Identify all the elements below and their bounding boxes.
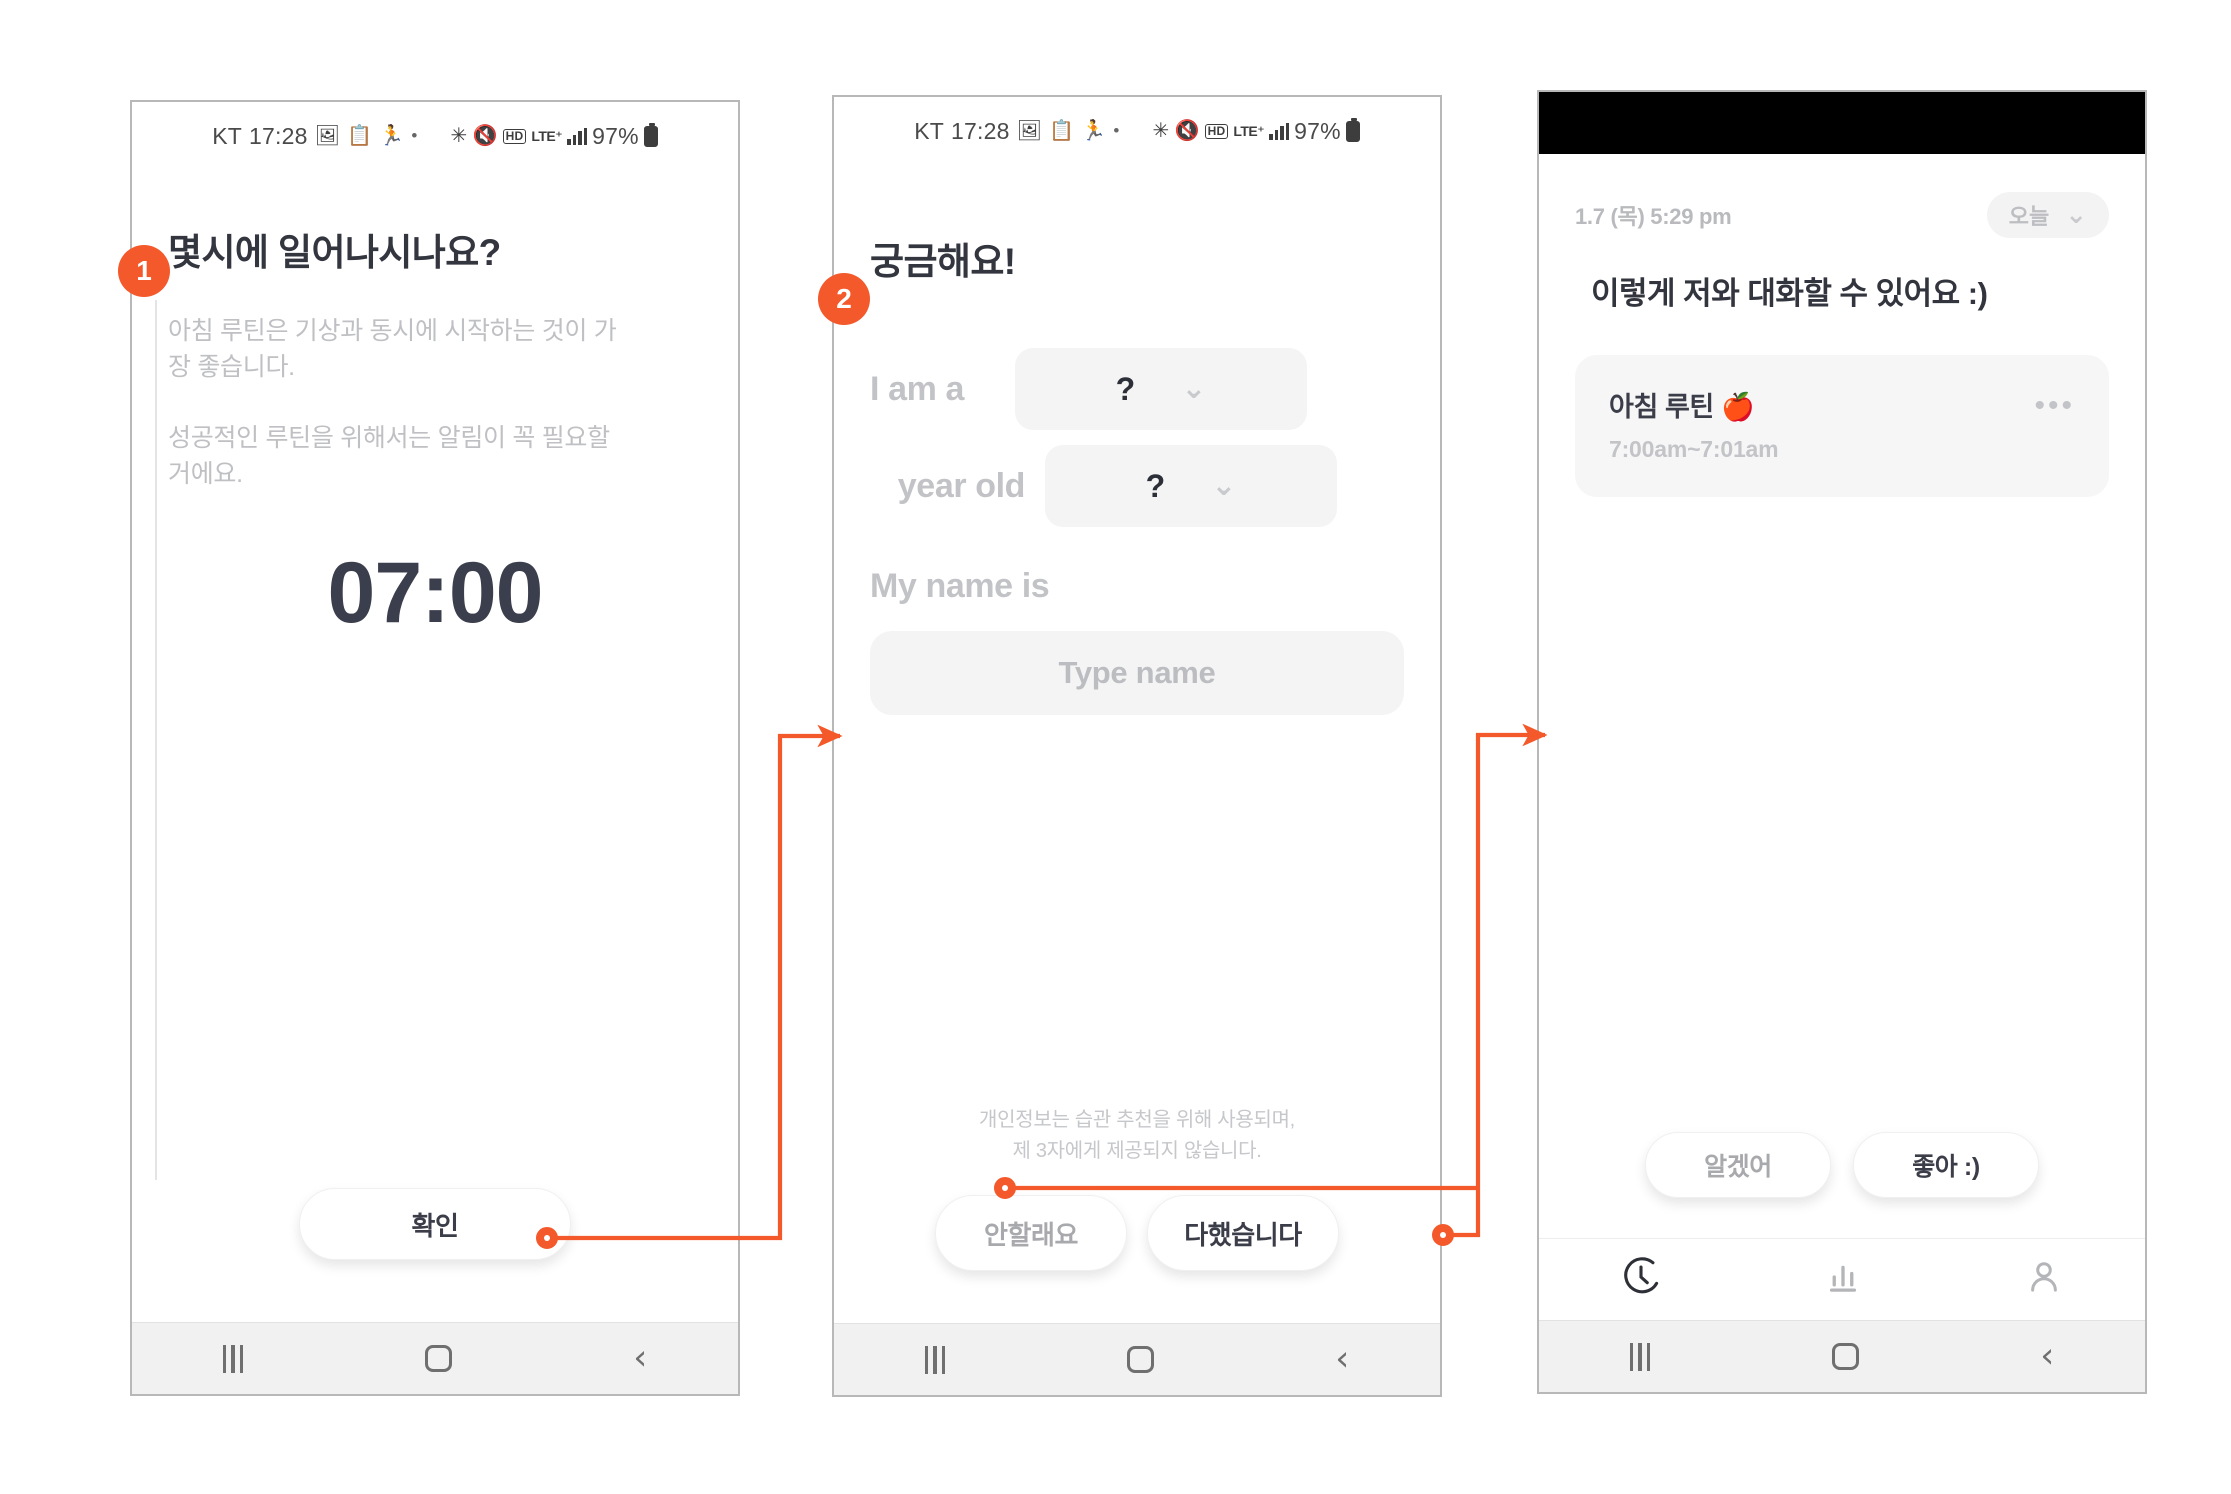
lte-plus-icon: LTE⁺	[1233, 122, 1265, 139]
chevron-down-icon: ⌄	[1211, 468, 1237, 503]
signal-icon	[567, 127, 588, 145]
page-title-1: 몇시에 일어나시나요?	[168, 232, 501, 273]
privacy-note-line-1: 개인정보는 습관 추천을 위해 사용되며,	[979, 1109, 1295, 1131]
age-select[interactable]: ? ⌄	[1045, 445, 1337, 527]
dot-icon: •	[411, 126, 418, 145]
screen-3-header: 1.7 (목) 5:29 pm 오늘 ⌄	[1575, 192, 2109, 238]
recents-icon[interactable]	[924, 1345, 946, 1374]
today-filter-chip[interactable]: 오늘 ⌄	[1986, 192, 2109, 238]
gender-select[interactable]: ? ⌄	[1015, 348, 1307, 430]
gender-select-value: ?	[1115, 370, 1136, 407]
status-time: 17:28	[951, 117, 1010, 144]
status-carrier: KT	[212, 122, 242, 149]
clipboard-icon: 📋	[1049, 120, 1075, 142]
status-battery: 97%	[1294, 117, 1341, 144]
page-title-3: 이렇게 저와 대화할 수 있어요 :)	[1591, 276, 1988, 311]
image-icon: 🖼	[314, 125, 341, 147]
recents-icon[interactable]	[222, 1344, 244, 1373]
phone-screen-1: KT 17:28 🖼 📋 🏃 • ✳ 🔇 HD LTE⁺ 97% 몇시에 일어나…	[130, 100, 740, 1396]
status-bar-2: KT 17:28 🖼 📋 🏃 • ✳ 🔇 HD LTE⁺ 97%	[834, 97, 1440, 159]
confirm-button[interactable]: 확인	[299, 1188, 571, 1260]
routine-card-time: 7:00am~7:01am	[1609, 436, 1779, 462]
bluetooth-icon: ✳	[450, 125, 468, 147]
person-icon	[2031, 1262, 2058, 1292]
like-button[interactable]: 좋아 :)	[1853, 1132, 2039, 1198]
recents-icon[interactable]	[1629, 1342, 1651, 1371]
acknowledge-button[interactable]: 알겠어	[1645, 1132, 1831, 1198]
battery-icon	[1345, 117, 1360, 142]
running-icon: 🏃	[1081, 120, 1107, 142]
phone-screen-3: 1.7 (목) 5:29 pm 오늘 ⌄ 이렇게 저와 대화할 수 있어요 :)…	[1537, 90, 2147, 1394]
screen-3-body: 1.7 (목) 5:29 pm 오늘 ⌄ 이렇게 저와 대화할 수 있어요 :)…	[1539, 154, 2145, 1320]
flow-canvas: KT 17:28 🖼 📋 🏃 • ✳ 🔇 HD LTE⁺ 97% 몇시에 일어나…	[0, 0, 2231, 1494]
back-icon[interactable]: ‹	[1335, 1342, 1349, 1377]
tab-timer[interactable]	[1619, 1255, 1663, 1304]
intro-paragraph-1: 아침 루틴은 기상과 동시에 시작하는 것이 가장 좋습니다.	[168, 317, 617, 382]
status-battery: 97%	[592, 122, 639, 149]
age-field-label: year old	[897, 466, 1026, 505]
home-icon[interactable]	[1831, 1343, 1859, 1370]
android-nav-bar-3: ‹	[1539, 1320, 2145, 1392]
bluetooth-icon: ✳	[1152, 120, 1170, 142]
more-options-icon[interactable]: •••	[2034, 391, 2075, 421]
clock-icon	[1623, 1257, 1658, 1294]
age-select-value: ?	[1145, 467, 1166, 504]
status-bar-1: KT 17:28 🖼 📋 🏃 • ✳ 🔇 HD LTE⁺ 97%	[132, 102, 738, 164]
bottom-tab-bar	[1539, 1238, 2145, 1320]
home-icon[interactable]	[424, 1345, 452, 1372]
name-field-label: My name is	[870, 567, 1050, 605]
wake-time-value[interactable]: 07:00	[168, 544, 702, 643]
tab-stats[interactable]	[1822, 1256, 1864, 1303]
screen-2-body: 궁금해요! I am a ? ⌄ year old ? ⌄ My name is	[834, 159, 1440, 1323]
phone-screen-2: KT 17:28 🖼 📋 🏃 • ✳ 🔇 HD LTE⁺ 97% 궁금해요! I…	[832, 95, 1442, 1397]
running-icon: 🏃	[379, 125, 405, 147]
lte-plus-icon: LTE⁺	[531, 127, 563, 144]
today-filter-label: 오늘	[2008, 204, 2050, 229]
hd-icon: HD	[1204, 123, 1229, 139]
battery-icon	[643, 122, 658, 147]
cancel-button[interactable]: 안할래요	[935, 1195, 1127, 1271]
dot-icon: •	[1113, 121, 1120, 140]
tab-profile[interactable]	[2023, 1256, 2065, 1303]
mute-icon: 🔇	[472, 125, 498, 147]
home-icon[interactable]	[1126, 1346, 1154, 1373]
connector-2-to-3	[1443, 723, 1548, 1238]
signal-icon	[1269, 122, 1290, 140]
routine-card-name: 아침 루틴 🍎	[1609, 392, 1755, 422]
bar-chart-icon	[1829, 1265, 1857, 1292]
date-label: 1.7 (목) 5:29 pm	[1575, 204, 1732, 229]
back-icon[interactable]: ‹	[633, 1341, 647, 1376]
mute-icon: 🔇	[1174, 120, 1200, 142]
status-carrier: KT	[914, 117, 944, 144]
name-input[interactable]: Type name	[870, 631, 1404, 715]
hd-icon: HD	[502, 128, 527, 144]
status-time: 17:28	[249, 122, 308, 149]
back-icon[interactable]: ‹	[2040, 1339, 2054, 1374]
privacy-note-line-2: 제 3자에게 제공되지 않습니다.	[1012, 1140, 1262, 1162]
gender-field-label: I am a	[870, 369, 964, 408]
page-title-2: 궁금해요!	[870, 241, 1016, 282]
intro-paragraph-2: 성공적인 루틴을 위해서는 알림이 꼭 필요할 거에요.	[168, 423, 610, 488]
image-icon: 🖼	[1016, 120, 1043, 142]
routine-card[interactable]: 아침 루틴 🍎 7:00am~7:01am •••	[1575, 355, 2109, 497]
chevron-down-icon: ⌄	[1181, 371, 1207, 406]
clipboard-icon: 📋	[347, 125, 373, 147]
screen-1-body: 몇시에 일어나시나요? 아침 루틴은 기상과 동시에 시작하는 것이 가장 좋습…	[132, 164, 738, 1322]
status-bar-3	[1539, 92, 2145, 154]
submit-button[interactable]: 다했습니다	[1147, 1195, 1339, 1271]
chevron-down-icon: ⌄	[2065, 200, 2087, 230]
android-nav-bar-2: ‹	[834, 1323, 1440, 1395]
android-nav-bar-1: ‹	[132, 1322, 738, 1394]
